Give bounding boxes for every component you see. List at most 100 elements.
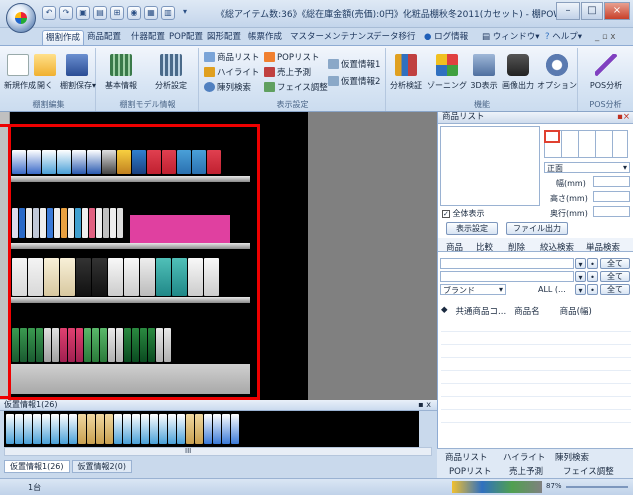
product-item[interactable] [72, 150, 86, 174]
product-item[interactable] [177, 414, 185, 444]
sales-forecast-toggle[interactable]: 売上予測 [264, 66, 311, 78]
3d-view-button[interactable]: 3D表示 [469, 54, 499, 91]
product-item[interactable] [114, 414, 122, 444]
product-item[interactable] [108, 328, 115, 362]
table-icon[interactable]: ▦ [144, 6, 158, 20]
column-product-name[interactable]: 商品名 [514, 305, 540, 318]
face-adjust-toggle[interactable]: フェイス調整 [264, 81, 328, 93]
product-item[interactable] [19, 208, 25, 238]
open-button[interactable]: 開く [34, 54, 56, 91]
zoning-button[interactable]: ゾーニング [427, 54, 467, 91]
panel-close-icon[interactable]: ▪× [617, 112, 630, 123]
tab-face-adjust[interactable]: フェイス調整 [563, 465, 614, 477]
product-item[interactable] [36, 328, 43, 362]
filter-input-2[interactable] [440, 271, 574, 282]
filter-all-button-2[interactable]: 全て [600, 271, 630, 282]
product-item[interactable] [140, 258, 155, 296]
layout-icon[interactable]: ▥ [161, 6, 175, 20]
product-item[interactable] [33, 208, 39, 238]
product-item[interactable] [61, 208, 67, 238]
tab-product[interactable]: 商品 [446, 241, 463, 253]
product-item[interactable] [42, 150, 56, 174]
product-item[interactable] [102, 150, 116, 174]
product-item[interactable] [54, 208, 60, 238]
product-item[interactable] [156, 258, 171, 296]
product-item[interactable] [28, 328, 35, 362]
product-list-toggle[interactable]: 商品リスト [204, 51, 260, 63]
product-item[interactable] [60, 328, 67, 362]
product-item[interactable] [68, 208, 74, 238]
product-item[interactable] [87, 414, 95, 444]
tab-pop-list[interactable]: POPリスト [449, 465, 491, 477]
product-item[interactable] [207, 150, 221, 174]
minimize-button[interactable]: – [556, 2, 580, 20]
product-item[interactable] [87, 150, 101, 174]
product-item[interactable] [84, 328, 91, 362]
product-item[interactable] [108, 258, 123, 296]
product-item[interactable] [117, 208, 123, 238]
product-item[interactable] [132, 328, 139, 362]
show-all-checkbox[interactable]: ✓ 全体表示 [442, 208, 485, 219]
product-item[interactable] [42, 414, 50, 444]
pink-display-block[interactable] [130, 215, 230, 243]
temp-info2-toggle[interactable]: 仮置情報2 [328, 75, 380, 87]
product-item[interactable] [89, 208, 95, 238]
file-output-button[interactable]: ファイル出力 [506, 222, 568, 235]
product-item[interactable] [156, 328, 163, 362]
tab-pop-place[interactable]: POP配置 [166, 30, 206, 46]
open-icon[interactable]: ▤ [93, 6, 107, 20]
product-table[interactable] [441, 319, 631, 432]
analysis-settings-button[interactable]: 分析設定 [147, 54, 195, 91]
product-item[interactable] [132, 414, 140, 444]
product-item[interactable] [60, 258, 75, 296]
product-item[interactable] [172, 258, 187, 296]
product-item[interactable] [100, 328, 107, 362]
product-item[interactable] [6, 414, 14, 444]
tab-log-info[interactable]: ● ログ情報 [421, 30, 471, 46]
product-item[interactable] [28, 258, 43, 296]
tab-shape-place[interactable]: 図形配置 [204, 30, 244, 46]
tab-display-search[interactable]: 陳列検索 [555, 451, 589, 463]
tab-temp-info1[interactable]: 仮置情報1(26) [4, 460, 70, 473]
column-marker[interactable]: ◆ [441, 305, 448, 318]
product-item[interactable] [186, 414, 194, 444]
product-item[interactable] [44, 258, 59, 296]
image-output-button[interactable]: 画像出力 [501, 54, 535, 91]
product-item[interactable] [204, 414, 212, 444]
tab-temp-info2[interactable]: 仮置情報2(0) [71, 460, 132, 473]
product-item[interactable] [103, 208, 109, 238]
chevron-down-icon[interactable]: ▾ [575, 271, 586, 282]
product-item[interactable] [26, 208, 32, 238]
product-item[interactable] [147, 150, 161, 174]
tab-help[interactable]: ? ヘルプ▾ [542, 30, 585, 46]
product-item[interactable] [164, 328, 171, 362]
product-item[interactable] [116, 328, 123, 362]
product-item[interactable] [47, 208, 53, 238]
depth-input[interactable] [593, 206, 630, 217]
tab-fixture-place[interactable]: 什器配置 [128, 30, 168, 46]
tab-compare[interactable]: 比較 [476, 241, 493, 253]
tab-product-place[interactable]: 商品配置 [84, 30, 124, 46]
product-item[interactable] [96, 208, 102, 238]
pop-list-toggle[interactable]: POPリスト [264, 51, 319, 63]
product-item[interactable] [168, 414, 176, 444]
product-item[interactable] [124, 258, 139, 296]
product-item[interactable] [40, 208, 46, 238]
pos-analysis-button[interactable]: POS分析 [586, 54, 626, 91]
shelf-save-button[interactable]: 棚割保存▾ [60, 54, 96, 91]
shelf-row-4[interactable] [12, 328, 171, 362]
filter-input-1[interactable] [440, 258, 574, 269]
product-item[interactable] [20, 328, 27, 362]
option-icon[interactable]: • [587, 284, 598, 295]
product-item[interactable] [132, 150, 146, 174]
product-item[interactable] [57, 150, 71, 174]
chevron-down-icon[interactable]: ▾ [575, 258, 586, 269]
product-item[interactable] [27, 150, 41, 174]
column-product-width[interactable]: 商品(幅) [560, 305, 592, 318]
product-item[interactable] [78, 414, 86, 444]
product-item[interactable] [12, 150, 26, 174]
product-item[interactable] [140, 328, 147, 362]
product-item[interactable] [231, 414, 239, 444]
highlight-toggle[interactable]: ハイライト [204, 66, 259, 78]
product-item[interactable] [141, 414, 149, 444]
